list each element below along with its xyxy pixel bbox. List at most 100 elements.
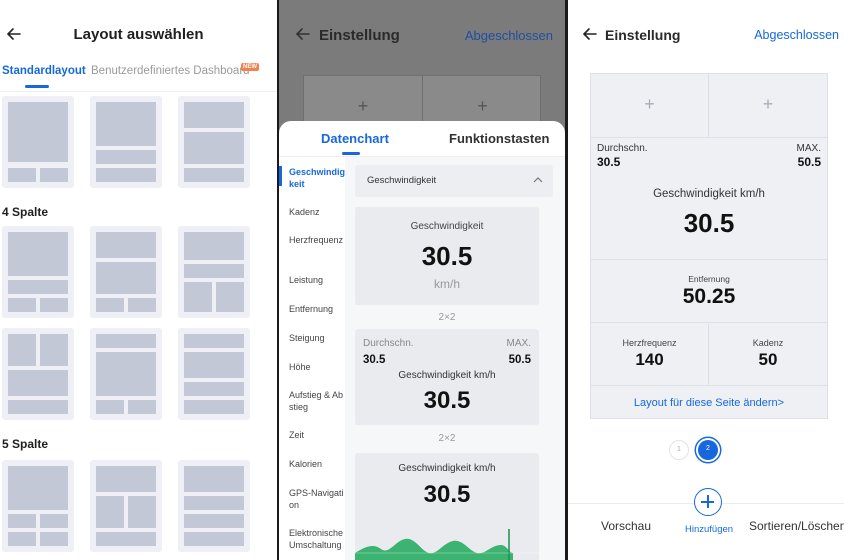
plus-icon: + — [644, 94, 655, 114]
widget-value: 30.5 — [421, 241, 473, 271]
avg-value: 30.5 — [363, 354, 386, 366]
avg-value: 30.5 — [597, 155, 621, 169]
layout-thumb-11[interactable] — [90, 460, 162, 552]
tab-standard-layout[interactable]: Standardlayout — [2, 65, 86, 77]
widget-card-speed-avg-max[interactable]: Durchschn. 30.5 MAX. 50.5 Geschwindigkei… — [355, 329, 539, 425]
active-tab-indicator — [342, 152, 360, 155]
widget-title: Herzfrequenz — [622, 338, 677, 348]
widget-value: 50 — [758, 350, 778, 369]
layout-thumb-4[interactable] — [2, 226, 74, 318]
max-label: MAX. — [796, 143, 821, 154]
header: Einstellung Abgeschlossen — [568, 18, 844, 52]
widget-value: 30.5 — [683, 208, 735, 238]
sidebar-item-altitude[interactable]: Höhe — [289, 361, 345, 373]
max-value: 50.5 — [797, 155, 821, 169]
page-title: Layout auswählen — [73, 26, 204, 43]
layout-tabs: Standardlayout Benutzerdefiniertes Dashb… — [0, 62, 277, 92]
widget-title: Entfernung — [688, 274, 730, 284]
sidebar-item-distance[interactable]: Entfernung — [289, 303, 345, 315]
change-layout-link[interactable]: Layout für diese Seite ändern> — [591, 387, 827, 418]
tab-function-keys[interactable]: Funktionstasten — [449, 131, 549, 146]
dropdown-label: Geschwindigkeit — [367, 175, 437, 186]
heart-rate-widget[interactable]: Herzfrequenz 140 — [591, 324, 709, 386]
widget-unit: km/h — [433, 277, 460, 291]
back-arrow-icon[interactable] — [293, 24, 313, 44]
layout-thumb-2[interactable] — [90, 96, 162, 188]
avg-label: Durchschn. — [363, 338, 414, 349]
page-title: Einstellung — [319, 27, 400, 44]
widget-title: Geschwindigkeit km/h — [653, 188, 765, 200]
tab-data-chart[interactable]: Datenchart — [321, 131, 389, 146]
widget-title: Kadenz — [752, 338, 784, 348]
sidebar-item-heart-rate[interactable]: Herzfrequenz — [289, 234, 345, 246]
active-tab-indicator — [25, 85, 49, 88]
sort-delete-button[interactable]: Sortieren/Löschen — [749, 519, 844, 533]
metric-sidebar: Geschwindigkeit Kadenz Herzfrequenz Leis… — [279, 157, 345, 560]
add-label[interactable]: Hinzufügen — [685, 524, 733, 535]
active-item-indicator — [279, 166, 282, 186]
sidebar-item-cadence[interactable]: Kadenz — [289, 206, 345, 218]
empty-slot-1[interactable]: + — [591, 74, 709, 138]
section-title-5-columns: 5 Spalte — [2, 437, 49, 451]
layout-thumb-5[interactable] — [90, 226, 162, 318]
layout-thumb-7[interactable] — [2, 328, 74, 420]
widget-value: 30.5 — [423, 387, 471, 414]
metric-dropdown[interactable]: Geschwindigkeit — [355, 165, 553, 197]
widget-value: 140 — [635, 350, 664, 369]
new-badge: NEW — [241, 63, 259, 71]
sidebar-item-gps-navigation[interactable]: GPS-Navigation — [289, 487, 345, 511]
chevron-up-icon — [533, 177, 543, 183]
page-title: Einstellung — [605, 27, 681, 43]
change-layout-label: Layout für diese Seite ändern> — [633, 397, 785, 409]
plus-icon: + — [762, 94, 774, 114]
widget-size-label: 2×2 — [438, 433, 456, 444]
page-dot-1[interactable]: 1 — [669, 440, 689, 460]
sidebar-item-calories[interactable]: Kalorien — [289, 458, 345, 470]
data-chart-sheet-screen: Einstellung Abgeschlossen + + Datenchart… — [279, 0, 565, 560]
layout-thumb-3[interactable] — [178, 96, 250, 188]
speed-wave-chart — [355, 529, 539, 560]
widget-card-speed-chart[interactable]: Geschwindigkeit km/h 30.5 — [355, 453, 539, 560]
sidebar-item-speed[interactable]: Geschwindigkeit — [289, 166, 345, 190]
avg-label: Durchschn. — [597, 143, 648, 154]
done-button[interactable]: Abgeschlossen — [465, 28, 553, 43]
settings-screen: Einstellung Abgeschlossen + + Durchschn.… — [568, 0, 844, 560]
dashboard-layout-grid: + + Durchschn. 30.5 MAX. 50.5 Geschwindi… — [590, 73, 828, 419]
bottom-sheet: Datenchart Funktionstasten Geschwindigke… — [279, 121, 565, 560]
tab-custom-dashboard[interactable]: Benutzerdefiniertes Dashboard — [91, 65, 250, 77]
header: Layout auswählen — [0, 18, 277, 52]
done-button[interactable]: Abgeschlossen — [754, 28, 839, 42]
widget-title: Geschwindigkeit km/h — [398, 370, 496, 381]
speed-widget[interactable]: Durchschn. 30.5 MAX. 50.5 Geschwindigkei… — [591, 138, 827, 260]
layout-thumb-6[interactable] — [178, 226, 250, 318]
layout-thumb-12[interactable] — [178, 460, 250, 552]
layout-thumb-8[interactable] — [90, 328, 162, 420]
dimmed-header: Einstellung Abgeschlossen — [279, 18, 565, 52]
max-label: MAX. — [506, 338, 531, 349]
widget-size-label: 2×2 — [438, 312, 456, 323]
page-dot-2-active[interactable]: 2 — [698, 440, 718, 460]
widget-card-speed-large[interactable]: Geschwindigkeit 30.5 km/h — [355, 207, 539, 305]
sidebar-item-electronic-shifting[interactable]: Elektronische Umschaltung — [289, 527, 345, 551]
preview-button[interactable]: Vorschau — [601, 519, 651, 533]
layout-thumb-10[interactable] — [2, 460, 74, 552]
back-arrow-icon[interactable] — [580, 24, 600, 44]
max-value: 50.5 — [508, 354, 531, 366]
distance-widget[interactable]: Entfernung 50.25 — [591, 261, 827, 323]
section-title-4-columns: 4 Spalte — [2, 205, 49, 219]
sidebar-item-time[interactable]: Zeit — [289, 429, 345, 441]
layout-thumb-1[interactable] — [2, 96, 74, 188]
cadence-widget[interactable]: Kadenz 50 — [709, 324, 827, 386]
layout-select-screen: Layout auswählen Standardlayout Benutzer… — [0, 0, 277, 560]
widget-list: Geschwindigkeit Geschwindigkeit 30.5 km/… — [345, 157, 565, 560]
layout-thumb-9[interactable] — [178, 328, 250, 420]
widget-title: Geschwindigkeit km/h — [398, 463, 496, 474]
empty-slot-2[interactable]: + — [709, 74, 827, 138]
add-plus-icon[interactable] — [694, 488, 722, 516]
sidebar-item-ascent-descent[interactable]: Aufstieg & Abstieg — [289, 389, 345, 413]
widget-title: Geschwindigkeit — [410, 221, 484, 232]
sidebar-item-power[interactable]: Leistung — [289, 274, 345, 286]
widget-value: 30.5 — [423, 481, 471, 508]
sidebar-item-gradient[interactable]: Steigung — [289, 332, 345, 344]
widget-value: 50.25 — [682, 285, 736, 308]
